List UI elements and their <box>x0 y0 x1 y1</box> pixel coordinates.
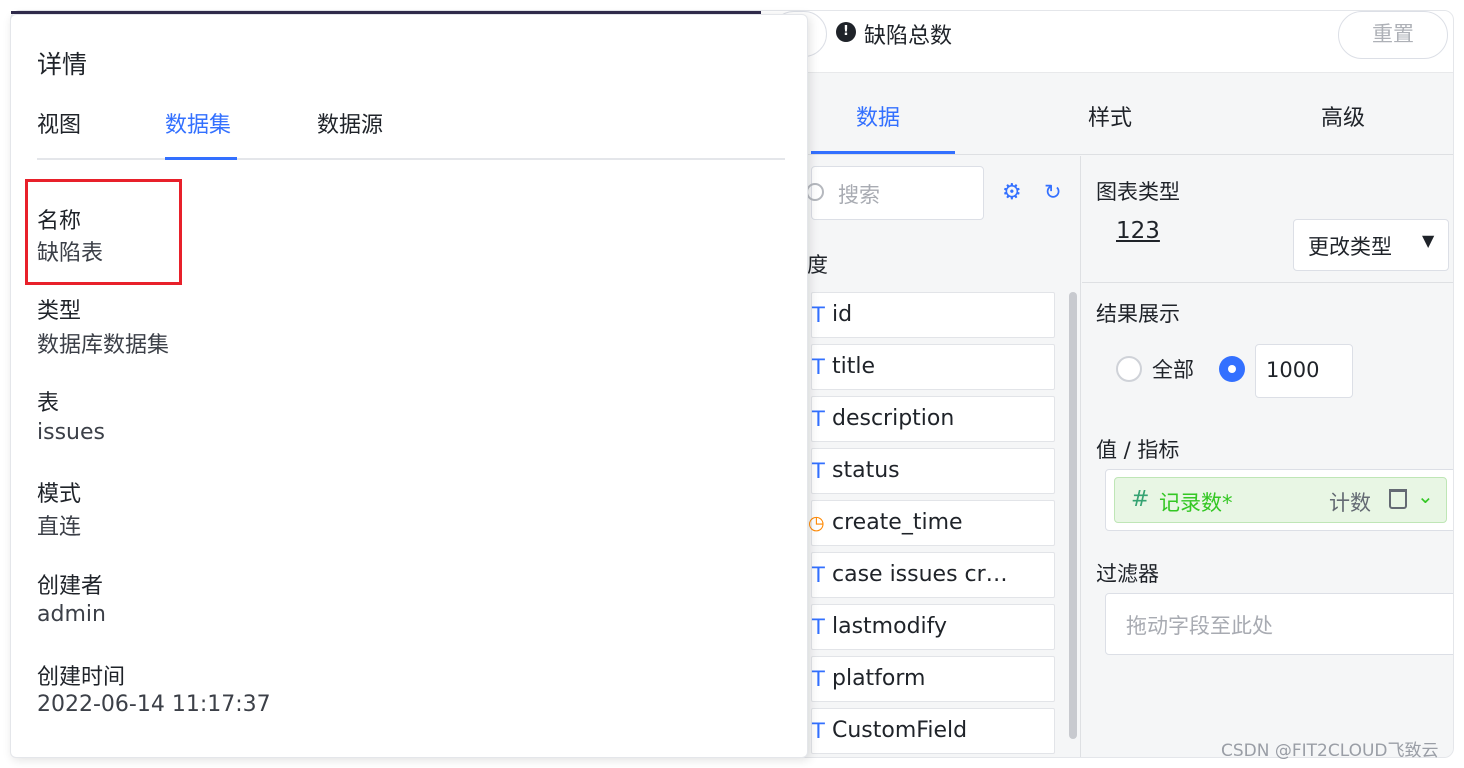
text-field-icon: T <box>812 667 825 691</box>
chart-title[interactable]: 缺陷总数 <box>864 18 952 50</box>
result-limit-input[interactable]: 1000 <box>1255 344 1353 398</box>
text-field-icon: T <box>812 563 825 587</box>
tab-data[interactable]: 数据 <box>856 100 900 132</box>
trash-icon[interactable] <box>1389 489 1407 509</box>
metric-dropzone: # 记录数* 计数 ⌄ <box>1105 469 1453 531</box>
filter-title: 过滤器 <box>1096 562 1159 586</box>
tabs-baseline <box>37 158 785 160</box>
search-placeholder: 搜索 <box>838 183 880 207</box>
field-item[interactable]: Tlastmodify <box>811 604 1055 650</box>
field-name: description <box>832 406 955 431</box>
prop-label-created-time: 创建时间 <box>37 665 126 690</box>
text-field-icon: T <box>812 355 825 379</box>
detail-popover: 详情 视图 数据集 数据源 名称 缺陷表 类型 数据库数据集 表 issues … <box>10 11 808 758</box>
result-display-title: 结果展示 <box>1096 302 1180 326</box>
chart-settings-panel: 图表类型 123 更改类型 ▼ 结果展示 全部 1000 值 / 指标 # 记录… <box>1082 156 1453 757</box>
field-name: id <box>832 302 853 327</box>
popover-top-edge <box>11 11 761 14</box>
metric-aggregation: 计数 <box>1329 491 1371 515</box>
dimension-label: 度 <box>807 253 828 277</box>
field-name: CustomField <box>832 718 968 743</box>
info-icon: ! <box>836 22 856 42</box>
gear-icon[interactable]: ⚙ <box>1002 182 1024 204</box>
prop-value-type: 数据库数据集 <box>37 333 170 358</box>
detail-title: 详情 <box>37 50 88 79</box>
field-item[interactable]: Tplatform <box>811 656 1055 702</box>
change-type-label: 更改类型 <box>1308 235 1392 259</box>
field-item[interactable]: Tstatus <box>811 448 1055 494</box>
chevron-down-icon[interactable]: ⌄ <box>1417 484 1434 508</box>
metric-name: 记录数* <box>1159 491 1233 515</box>
radio-all[interactable] <box>1116 356 1142 382</box>
field-item[interactable]: Tcase issues cr… <box>811 552 1055 598</box>
prop-label-creator: 创建者 <box>37 574 104 599</box>
text-field-icon: T <box>812 303 825 327</box>
tab-datasource[interactable]: 数据源 <box>317 107 383 139</box>
active-tab-indicator <box>811 151 955 154</box>
prop-value-creator: admin <box>37 602 106 627</box>
tab-dataset[interactable]: 数据集 <box>165 107 231 139</box>
change-type-button[interactable]: 更改类型 ▼ <box>1293 219 1449 271</box>
field-name: case issues cr… <box>832 562 1008 587</box>
field-item[interactable]: Ttitle <box>811 344 1055 390</box>
prop-value-mode: 直连 <box>37 515 82 540</box>
prop-label-mode: 模式 <box>37 482 82 507</box>
field-search-input[interactable]: 搜索 <box>806 166 984 220</box>
highlight-box <box>25 179 182 285</box>
tab-advanced[interactable]: 高级 <box>1321 100 1365 132</box>
metric-item[interactable]: # 记录数* 计数 ⌄ <box>1114 477 1447 523</box>
reset-button[interactable]: 重置 <box>1338 11 1448 59</box>
prop-value-table: issues <box>37 420 105 445</box>
prop-value-created-time: 2022-06-14 11:17:37 <box>37 692 271 717</box>
field-item[interactable]: ◷ create_time <box>808 500 1055 546</box>
field-name: status <box>832 458 900 483</box>
field-item[interactable]: T CustomField <box>811 708 1055 754</box>
tab-view[interactable]: 视图 <box>37 107 81 139</box>
radio-limit[interactable] <box>1219 356 1245 382</box>
radio-all-label[interactable]: 全部 <box>1152 354 1194 384</box>
text-field-icon: T <box>812 407 825 431</box>
caret-down-icon: ▼ <box>1422 231 1435 250</box>
watermark: CSDN @FIT2CLOUD飞致云 <box>1221 741 1439 761</box>
field-name: platform <box>832 666 926 691</box>
field-name: create_time <box>832 510 963 535</box>
refresh-icon[interactable]: ↻ <box>1044 181 1066 203</box>
prop-label-table: 表 <box>37 391 60 416</box>
clock-icon: ◷ <box>808 512 825 534</box>
field-list-scrollbar[interactable] <box>1069 292 1077 739</box>
chart-type-title: 图表类型 <box>1096 180 1180 204</box>
filter-dropzone[interactable]: 拖动字段至此处 <box>1105 593 1453 655</box>
text-field-icon: T <box>812 459 825 483</box>
divider <box>1082 282 1453 283</box>
field-name: title <box>832 354 876 379</box>
tab-style[interactable]: 样式 <box>1088 100 1132 132</box>
filter-placeholder: 拖动字段至此处 <box>1126 614 1273 638</box>
field-name: lastmodify <box>832 614 948 639</box>
field-item[interactable]: Tid <box>811 292 1055 338</box>
text-field-icon: T <box>812 719 825 743</box>
text-field-icon: T <box>812 615 825 639</box>
number-field-icon: # <box>1131 487 1150 512</box>
metric-title: 值 / 指标 <box>1096 438 1180 462</box>
field-item[interactable]: Tdescription <box>811 396 1055 442</box>
search-icon <box>806 183 824 201</box>
field-panel: 搜索 ⚙ ↻ 度 Tid Ttitle Tdescription Tstatus ◷ cr… <box>806 156 1081 757</box>
active-tab-indicator <box>165 157 237 160</box>
prop-label-type: 类型 <box>37 299 82 324</box>
number-chart-icon: 123 <box>1116 218 1160 244</box>
